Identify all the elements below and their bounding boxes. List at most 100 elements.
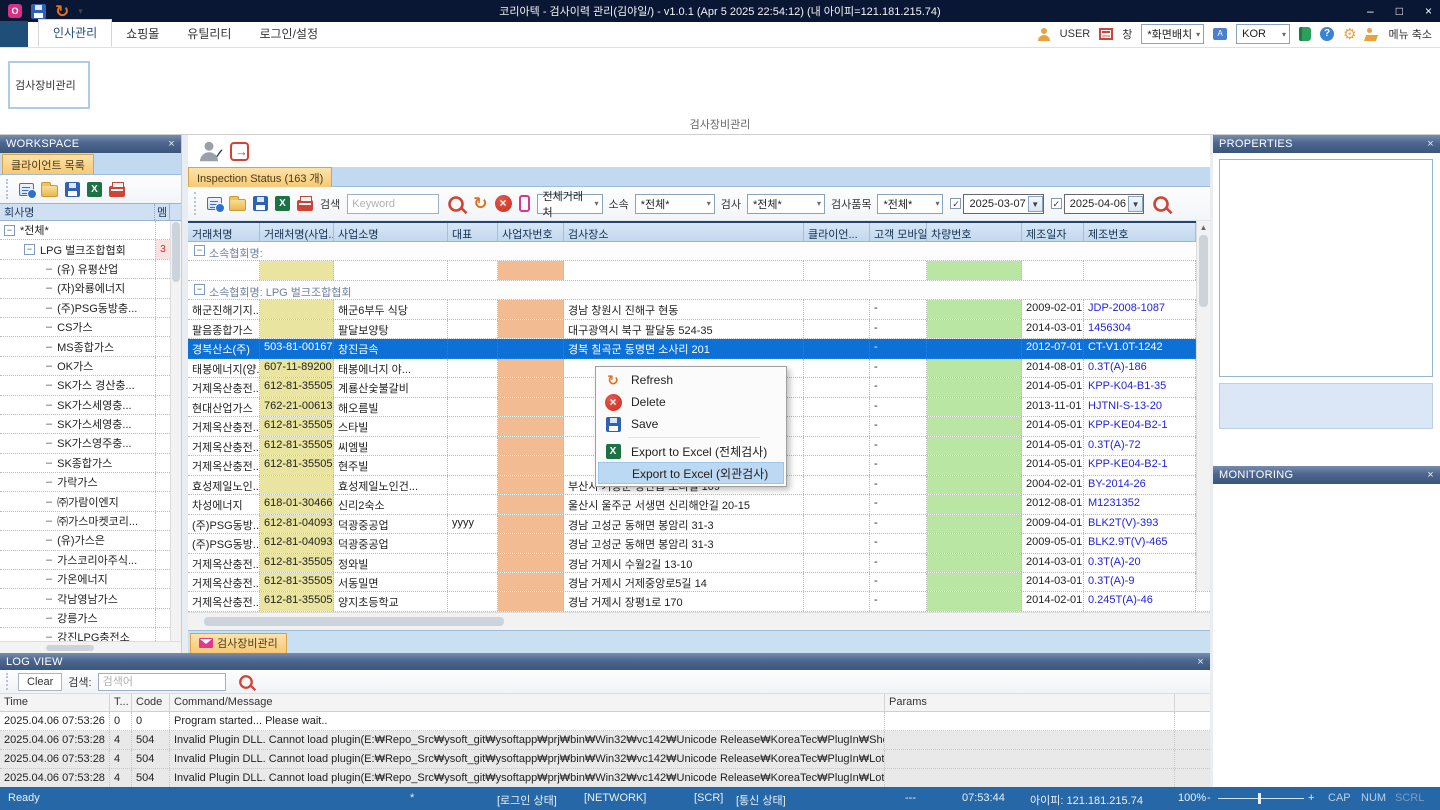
grid-column-header[interactable]: 제조일자 [1022,223,1084,241]
grid-column-header[interactable]: 대표 [448,223,498,241]
grid-row[interactable]: 경북산소(주)503-81-00167창진금속경북 칠곡군 동명면 소사리 20… [188,339,1210,358]
tree-row[interactable]: –CS가스 [0,318,170,337]
grid-column-header[interactable]: 거래처명(사업... [260,223,334,241]
date-from-checkbox[interactable] [950,198,961,209]
save-icon[interactable] [65,182,80,197]
tree-row[interactable]: –가온에너지 [0,570,170,589]
log-column-header[interactable]: Code [132,694,170,711]
tree-node[interactable]: LPG 벌크조합협회 [0,242,155,258]
date-to-checkbox[interactable] [1051,198,1062,209]
log-row[interactable]: 2025.04.06 07:53:2600Program started... … [0,712,1210,731]
grid-group-row[interactable]: 소속협회명: LPG 벌크조합협회 [188,281,1210,300]
log-row[interactable]: 2025.04.06 07:53:284504Invalid Plugin DL… [0,750,1210,769]
tree-node[interactable]: –OK가스 [0,358,155,374]
menu-item[interactable]: Export to Excel (전체검사) [598,440,784,462]
tree-row[interactable]: –강진LPG충전소 [0,628,170,641]
menu-collapse-label[interactable]: 메뉴 축소 [1388,26,1432,42]
tree-row[interactable]: –㈜가스마켓코리... [0,512,170,531]
tree-row[interactable]: –SK가스 경산충... [0,376,170,395]
tree-node[interactable]: –SK가스 경산충... [0,377,155,393]
screen-layout-select[interactable]: *화면배치▾ [1141,24,1204,44]
refresh-icon[interactable] [473,195,487,212]
menu-item[interactable]: Refresh [598,369,784,391]
tree-row[interactable]: –SK가스세영충... [0,415,170,434]
tree-row[interactable]: –각남영남가스 [0,589,170,608]
grid-row[interactable]: 해군진해기지...해군6부두 식당경남 창원시 진해구 현동-2009-02-0… [188,300,1210,319]
app-icon[interactable] [8,4,22,18]
tree-row[interactable]: –(유) 유평산업 [0,260,170,279]
keyword-search-input[interactable] [347,194,439,214]
tree-node[interactable]: *전체* [0,222,155,238]
tree-node[interactable]: –SK가스세영충... [0,397,155,413]
filter-select-2[interactable]: *전체*▾ [747,194,825,214]
tab-shop[interactable]: 쇼핑몰 [112,21,173,47]
grid-column-header[interactable]: 사업소명 [334,223,448,241]
grid-column-header[interactable]: 검사장소 [564,223,804,241]
grid-row[interactable]: (주)PSG동방...612-81-04093덕광중공업경남 고성군 동해면 봉… [188,534,1210,553]
tree-node[interactable]: –각남영남가스 [0,591,155,607]
tree-row[interactable]: –(유)가스은 [0,531,170,550]
quick-access-dropdown-icon[interactable] [78,5,83,17]
zoom-slider[interactable] [1218,798,1304,799]
tree-node[interactable]: –(유)가스은 [0,532,155,548]
tree-node[interactable]: –가온에너지 [0,571,155,587]
language-select[interactable]: KOR▾ [1236,24,1290,44]
tree-row[interactable]: –OK가스 [0,357,170,376]
delete-icon[interactable] [495,195,512,212]
tree-vertical-scrollbar[interactable] [170,221,181,641]
grid-row[interactable]: 거제옥산충전...612-81-35505정와빌경남 거제시 수월2길 13-1… [188,554,1210,573]
settings-gear-icon[interactable] [1343,27,1356,42]
add-list-icon[interactable] [19,183,34,196]
grid-column-header[interactable]: 차량번호 [927,223,1022,241]
grid-row[interactable]: 거제옥산충전...612-81-35505양지초등학교경남 거제시 장평1로 1… [188,592,1210,611]
grid-column-header[interactable]: 제조번호 [1084,223,1196,241]
log-search-input[interactable] [98,673,226,691]
collapse-icon[interactable] [24,244,35,255]
tree-node[interactable]: –MS종합가스 [0,339,155,355]
grid-column-header[interactable]: 사업자번호 [498,223,564,241]
tree-node[interactable]: –CS가스 [0,319,155,335]
tree-row[interactable]: –MS종합가스 [0,337,170,356]
menu-item[interactable]: Save [598,413,784,435]
tree-row[interactable]: –강릉가스 [0,609,170,628]
excel-icon[interactable] [87,182,102,197]
tree-node[interactable]: –SK가스세영충... [0,416,155,432]
search-icon[interactable] [448,196,464,212]
tab-login-settings[interactable]: 로그인/설정 [245,21,332,47]
backstage-button[interactable] [0,21,28,47]
minimize-button[interactable]: – [1367,4,1374,18]
tab-insa[interactable]: 인사관리 [38,19,112,47]
date-to-picker[interactable]: 2025-04-06 [1051,194,1144,214]
tree-row[interactable]: –SK종합가스 [0,454,170,473]
grid-column-header[interactable]: 거래처명 [188,223,260,241]
grid-column-header[interactable]: 고객 모바일 [870,223,927,241]
grid-group-row[interactable]: 소속협회명: [188,242,1210,261]
log-clear-button[interactable]: Clear [18,673,62,691]
keyboard-lang-icon[interactable] [1213,28,1227,40]
filter-select-0[interactable]: 전체거래처▾ [537,194,603,214]
window-layout-icon[interactable] [1099,28,1113,40]
grid-row[interactable]: 거제옥산충전...612-81-35505서동밀면경남 거제시 거제중앙로5길 … [188,573,1210,592]
menu-item[interactable]: Export to Excel (외관검사) [598,462,784,484]
grid-row[interactable] [188,261,1210,280]
manual-icon[interactable] [1299,27,1311,41]
grid-column-header[interactable]: 클라이언... [804,223,870,241]
zoom-out-button[interactable]: - [1207,792,1211,804]
print-icon[interactable] [297,200,313,211]
print-icon[interactable] [109,186,125,197]
quick-save-icon[interactable] [31,4,46,19]
collapse-icon[interactable] [194,245,205,256]
tree-row[interactable]: –가스코리아주식... [0,551,170,570]
tree-node[interactable]: –가락가스 [0,474,155,490]
equipment-management-button[interactable]: 검사장비관리 [8,61,90,109]
tree-horizontal-scrollbar[interactable] [0,641,181,653]
quick-refresh-icon[interactable] [55,3,69,20]
add-list-icon[interactable] [207,197,222,210]
tree-node[interactable]: –강릉가스 [0,610,155,626]
log-search-icon[interactable] [239,675,253,689]
log-row[interactable]: 2025.04.06 07:53:284504Invalid Plugin DL… [0,731,1210,750]
tree-node[interactable]: –가스코리아주식... [0,552,155,568]
tree-node[interactable]: –SK종합가스 [0,455,155,471]
zoom-in-button[interactable]: + [1308,792,1314,804]
collapse-icon[interactable] [4,225,15,236]
